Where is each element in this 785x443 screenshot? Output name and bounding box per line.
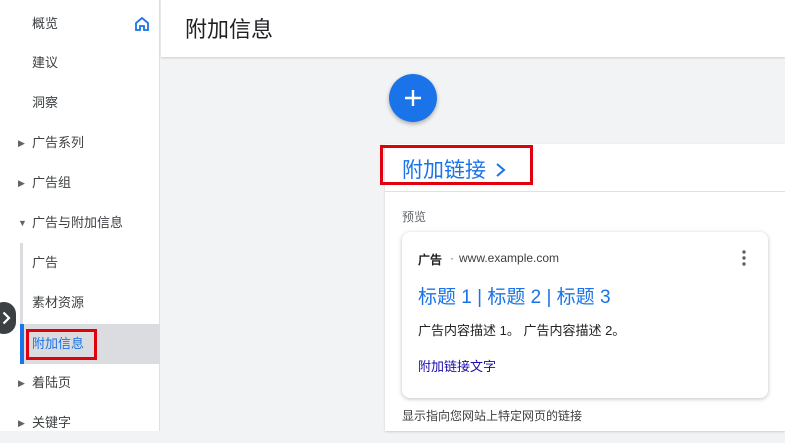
sidebar-item-landing-pages[interactable]: ▶ 着陆页 xyxy=(0,363,160,403)
sidebar-item-label: 关键字 xyxy=(32,415,72,430)
ad-sitelink: 附加链接文字 xyxy=(418,359,497,374)
sidebar-item-keywords[interactable]: ▶ 关键字 xyxy=(0,403,160,443)
sidebar-item-label: 广告与附加信息 xyxy=(32,215,124,230)
caret-right-icon: ▶ xyxy=(18,138,25,148)
caret-down-icon: ▼ xyxy=(18,218,27,228)
sidebar: 概览 建议 洞察 ▶ 广告系列 ▶ 广告组 ▼ 广告与附加信息 广告 素材资源 … xyxy=(0,0,160,431)
sidebar-item-label: 广告 xyxy=(32,255,59,270)
panel-footer-text: 显示指向您网站上特定网页的链接 xyxy=(402,409,583,423)
chevron-right-icon xyxy=(2,311,11,325)
sidebar-item-campaigns[interactable]: ▶ 广告系列 xyxy=(0,123,160,163)
sidebar-item-ad-groups[interactable]: ▶ 广告组 xyxy=(0,163,160,203)
preview-label: 预览 xyxy=(402,210,427,224)
collapse-sidebar-button[interactable] xyxy=(0,302,16,334)
sidebar-item-label: 洞察 xyxy=(32,95,59,110)
add-button[interactable] xyxy=(389,74,437,122)
caret-right-icon: ▶ xyxy=(18,418,25,428)
sidebar-item-label: 建议 xyxy=(32,55,59,70)
caret-right-icon: ▶ xyxy=(18,178,25,188)
sidebar-item-overview[interactable]: 概览 xyxy=(0,4,160,44)
separator-dot: · xyxy=(450,251,454,265)
ad-description: 广告内容描述 1。 广告内容描述 2。 xyxy=(418,323,626,338)
page-title: 附加信息 xyxy=(185,17,274,42)
more-vert-icon[interactable] xyxy=(739,249,749,267)
ad-badge: 广告 xyxy=(418,253,443,267)
highlight-box xyxy=(26,329,97,360)
sidebar-item-ads[interactable]: 广告 xyxy=(0,243,160,283)
plus-icon xyxy=(405,90,421,106)
sidebar-item-label: 广告组 xyxy=(32,175,72,190)
sidebar-item-label: 素材资源 xyxy=(32,295,85,310)
highlight-box xyxy=(380,145,533,185)
sidebar-item-assets[interactable]: 素材资源 xyxy=(0,283,160,323)
caret-right-icon: ▶ xyxy=(18,378,25,388)
ad-preview-card: 广告 · www.example.com 标题 1 | 标题 2 | 标题 3 … xyxy=(402,232,768,398)
ad-display-url: www.example.com xyxy=(459,251,560,265)
sidebar-item-label: 广告系列 xyxy=(32,135,85,150)
sidebar-item-label: 着陆页 xyxy=(32,375,72,390)
sidebar-item-ads-extensions[interactable]: ▼ 广告与附加信息 xyxy=(0,203,160,243)
sidebar-item-insights[interactable]: 洞察 xyxy=(0,83,160,123)
ad-headline: 标题 1 | 标题 2 | 标题 3 xyxy=(418,287,611,308)
sitelink-panel: 附加链接 预览 广告 · www.example.com 标题 1 | 标题 2… xyxy=(385,144,785,431)
home-icon[interactable] xyxy=(135,17,149,31)
sidebar-item-label: 概览 xyxy=(32,16,59,31)
page-header: 附加信息 xyxy=(161,0,785,57)
sidebar-item-recommendations[interactable]: 建议 xyxy=(0,43,160,83)
